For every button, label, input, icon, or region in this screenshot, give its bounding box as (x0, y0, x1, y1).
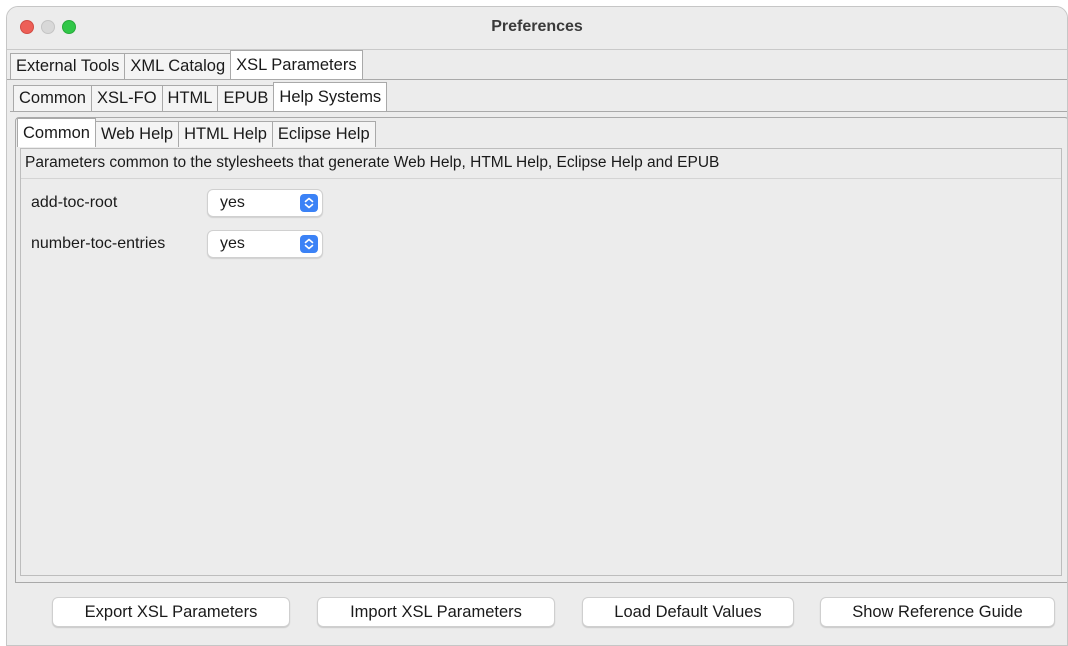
number-toc-entries-select[interactable]: yes (207, 230, 323, 258)
tab-epub[interactable]: EPUB (217, 85, 275, 111)
tab-eclipse-help[interactable]: Eclipse Help (271, 121, 376, 147)
param-label: number-toc-entries (31, 235, 166, 252)
button-bar: Export XSL Parameters Import XSL Paramet… (7, 597, 1067, 631)
tab-xsl-parameters[interactable]: XSL Parameters (230, 50, 363, 79)
description-divider (21, 178, 1061, 179)
param-label: add-toc-root (31, 194, 118, 211)
tabbar-level2: Common XSL-FO HTML EPUB Help Systems (13, 82, 388, 111)
tab-html-help[interactable]: HTML Help (178, 121, 273, 147)
panel-description: Parameters common to the stylesheets tha… (25, 154, 720, 171)
window-title: Preferences (491, 18, 583, 35)
up-down-chevron-icon (300, 235, 318, 253)
tabbar-level3: Common Web Help HTML Help Eclipse Help (17, 118, 376, 147)
export-xsl-parameters-button[interactable]: Export XSL Parameters (52, 597, 290, 627)
tab-html[interactable]: HTML (161, 85, 219, 111)
tabbar-level1: External Tools XML Catalog XSL Parameter… (10, 50, 363, 79)
show-reference-guide-button[interactable]: Show Reference Guide (820, 597, 1055, 627)
tab-web-help[interactable]: Web Help (94, 121, 180, 147)
preferences-window: Preferences External Tools XML Catalog X… (6, 6, 1068, 646)
load-default-values-button[interactable]: Load Default Values (582, 597, 794, 627)
param-row-number-toc-entries: number-toc-entries yes (31, 230, 323, 258)
select-value: yes (220, 194, 245, 211)
tab-common-help[interactable]: Common (17, 118, 96, 147)
tab-help-systems[interactable]: Help Systems (273, 82, 388, 111)
select-value: yes (220, 235, 245, 252)
add-toc-root-select[interactable]: yes (207, 189, 323, 217)
tabbar-level2-divider (10, 111, 1067, 112)
tabbar-level1-divider (7, 79, 1067, 80)
tab-common-xsl[interactable]: Common (13, 85, 92, 111)
common-parameters-panel: Parameters common to the stylesheets tha… (20, 148, 1062, 576)
param-row-add-toc-root: add-toc-root yes (31, 189, 323, 217)
tab-xml-catalog[interactable]: XML Catalog (124, 53, 232, 79)
import-xsl-parameters-button[interactable]: Import XSL Parameters (317, 597, 555, 627)
title-bar[interactable]: Preferences (7, 7, 1067, 50)
up-down-chevron-icon (300, 194, 318, 212)
tab-xsl-fo[interactable]: XSL-FO (90, 85, 163, 111)
tab-external-tools[interactable]: External Tools (10, 53, 126, 79)
